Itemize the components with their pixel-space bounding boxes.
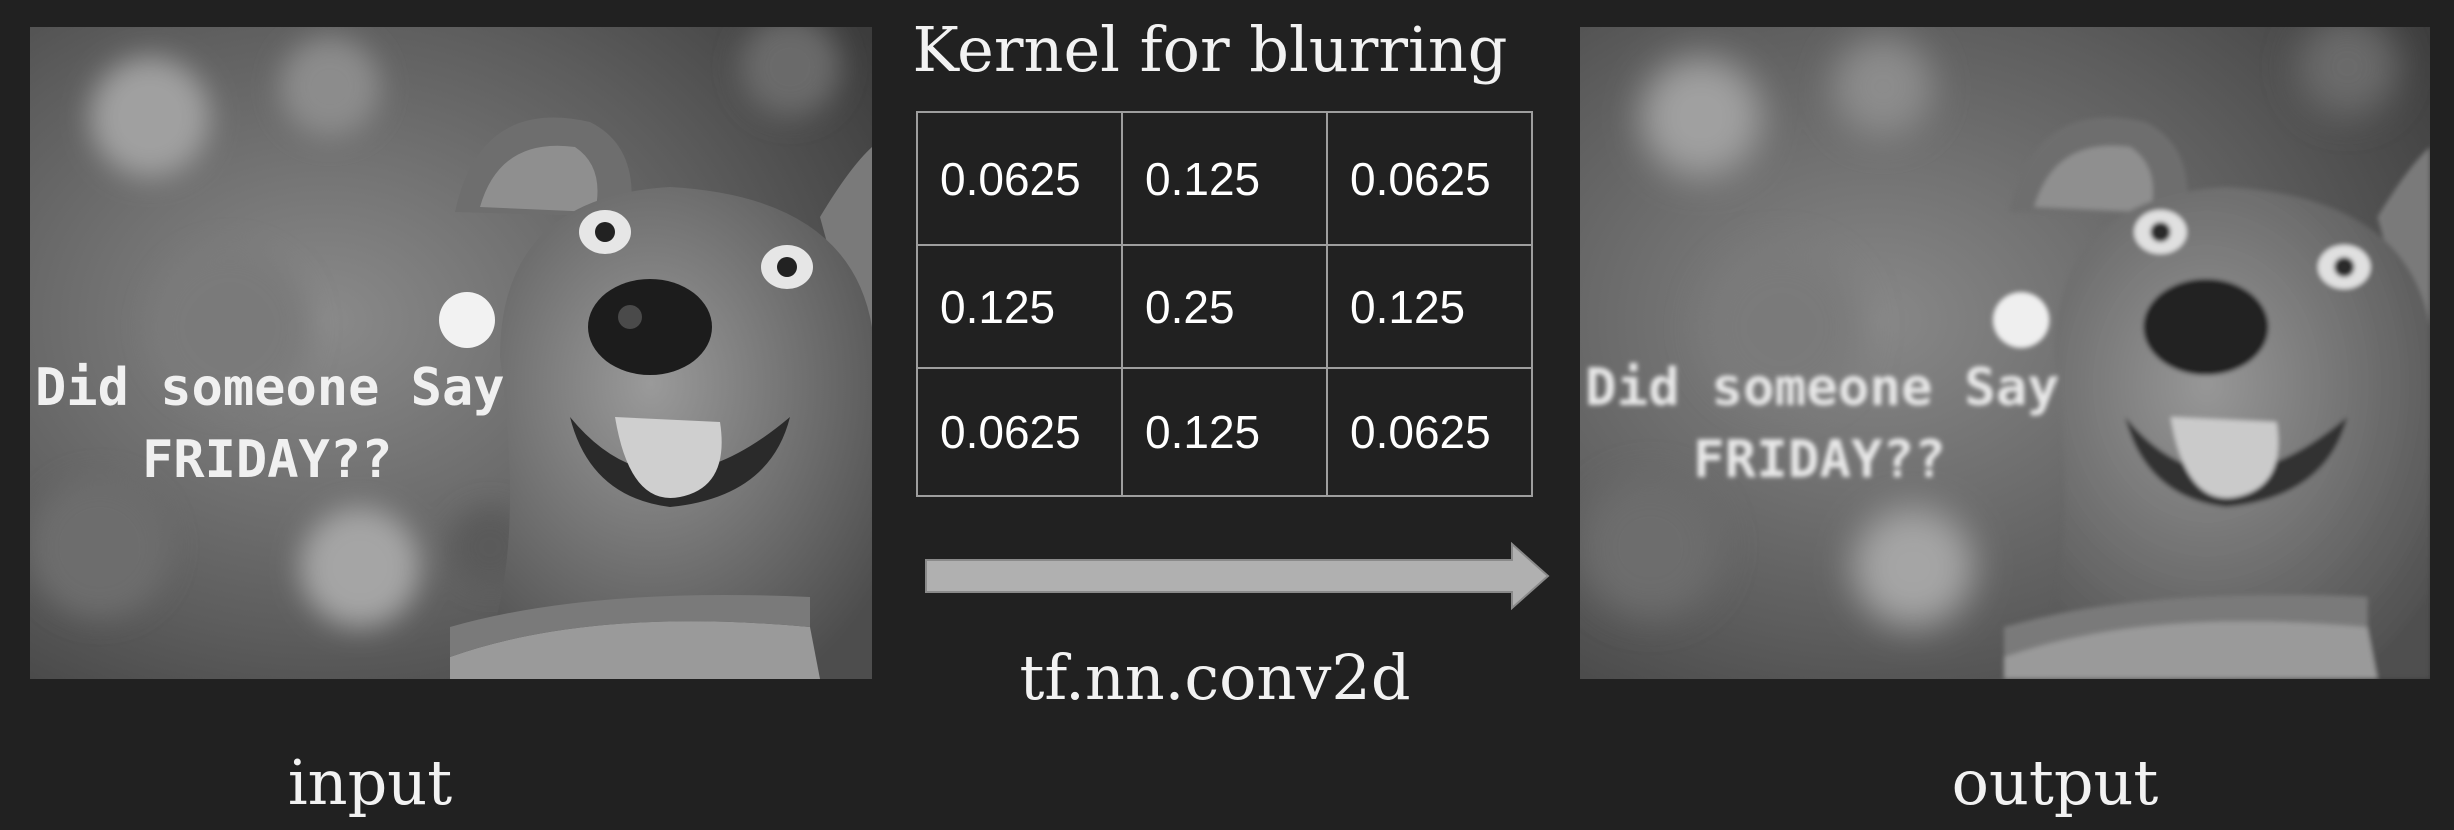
kernel-cell: 0.0625 [916,367,1123,497]
output-label: output [1951,746,2159,819]
meme-caption-line1: Did someone Say [35,358,505,418]
output-image: Did someone Say FRIDAY?? [1580,27,2430,679]
kernel-cell: 0.0625 [916,111,1123,246]
kernel-row: 0.0625 0.125 0.0625 [916,111,1533,246]
input-image: Did someone Say FRIDAY?? [30,27,872,679]
kernel-table: 0.0625 0.125 0.0625 0.125 0.25 0.125 0.0… [916,111,1533,497]
meme-caption-line2: FRIDAY?? [1693,430,1946,490]
operation-label: tf.nn.conv2d [1019,641,1411,714]
kernel-row: 0.125 0.25 0.125 [916,244,1533,369]
kernel-cell: 0.125 [1121,111,1328,246]
kernel-cell: 0.125 [1121,367,1328,497]
input-label: input [287,746,453,819]
kernel-cell: 0.125 [916,244,1123,369]
kernel-cell: 0.25 [1121,244,1328,369]
kernel-row: 0.0625 0.125 0.0625 [916,367,1533,497]
meme-caption-line1: Did someone Say [1585,358,2059,418]
kernel-cell: 0.0625 [1326,367,1533,497]
right-arrow-icon [925,542,1550,610]
kernel-title: Kernel for blurring [912,13,1508,86]
kernel-cell: 0.125 [1326,244,1533,369]
kernel-cell: 0.0625 [1326,111,1533,246]
meme-caption-line2: FRIDAY?? [142,430,392,490]
